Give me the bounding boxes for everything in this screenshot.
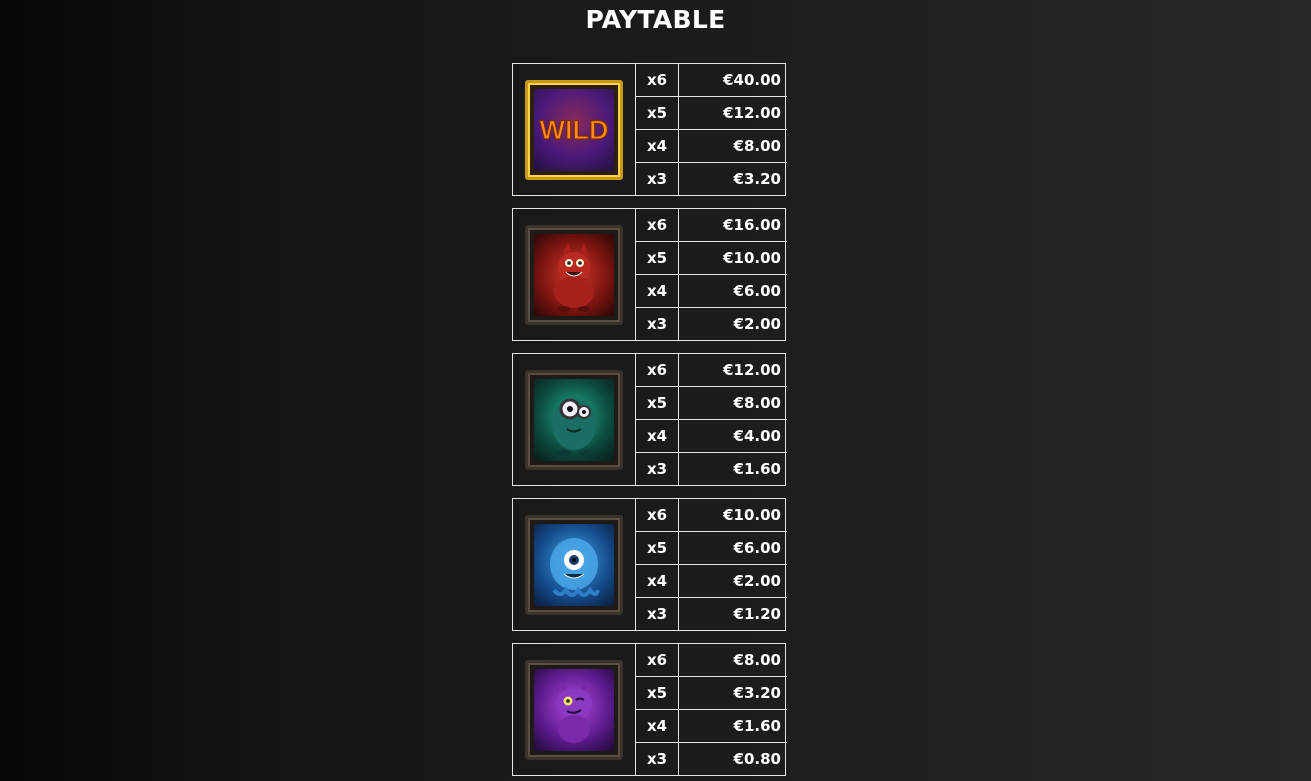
wild-label: WILD bbox=[540, 115, 609, 145]
count-cell: x3 bbox=[636, 453, 679, 485]
paytable-entry-red-monster: x6 €16.00 x5 €10.00 x4 €6.00 x3 €2.00 bbox=[512, 208, 787, 341]
payout-cell: €2.00 bbox=[679, 565, 787, 598]
payout-cell: €3.20 bbox=[679, 677, 787, 710]
payout-cell: €6.00 bbox=[679, 532, 787, 565]
payout-cell: €0.80 bbox=[733, 750, 781, 768]
payout-cell: €1.60 bbox=[733, 460, 781, 478]
payout-cell: €1.20 bbox=[733, 605, 781, 623]
count-cell: x6 bbox=[636, 64, 679, 97]
purple-monster-icon bbox=[525, 659, 623, 760]
payout-cell: €6.00 bbox=[679, 275, 787, 308]
payout-cell: €3.20 bbox=[733, 170, 781, 188]
symbol-cell bbox=[513, 354, 636, 485]
symbol-cell bbox=[513, 209, 636, 340]
payout-cell: €12.00 bbox=[679, 354, 787, 387]
payout-cell: €4.00 bbox=[679, 420, 787, 453]
count-cell: x6 bbox=[636, 499, 679, 532]
blue-monster-icon bbox=[525, 514, 623, 615]
payout-cell: €8.00 bbox=[679, 644, 787, 677]
payout-cell: €8.00 bbox=[679, 387, 787, 420]
paytable-entry-purple-monster: x6 €8.00 x5 €3.20 x4 €1.60 x3 €0.80 bbox=[512, 643, 787, 776]
paytable-entry-green-monster: x6 €12.00 x5 €8.00 x4 €4.00 x3 €1.60 bbox=[512, 353, 787, 486]
symbol-cell bbox=[513, 499, 636, 630]
symbol-cell: WILD bbox=[513, 64, 636, 195]
count-cell: x3 bbox=[636, 308, 679, 340]
green-monster-icon bbox=[525, 369, 623, 470]
red-monster-icon bbox=[525, 224, 623, 325]
count-cell: x4 bbox=[636, 275, 679, 308]
paytable-list: WILD x6 €40.00 x5 €12.00 x4 €8.00 x3 €3.… bbox=[512, 63, 787, 776]
count-cell: x5 bbox=[636, 387, 679, 420]
count-cell: x3 bbox=[636, 598, 679, 630]
count-cell: x4 bbox=[636, 565, 679, 598]
payout-cell: €16.00 bbox=[679, 209, 787, 242]
symbol-cell bbox=[513, 644, 636, 775]
count-cell: x5 bbox=[636, 532, 679, 565]
payout-cell: €8.00 bbox=[679, 130, 787, 163]
count-cell: x6 bbox=[636, 209, 679, 242]
count-cell: x4 bbox=[636, 420, 679, 453]
payout-cell: €1.60 bbox=[679, 710, 787, 743]
payout-cell: €10.00 bbox=[679, 242, 787, 275]
count-cell: x5 bbox=[636, 677, 679, 710]
paytable-entry-wild: WILD x6 €40.00 x5 €12.00 x4 €8.00 x3 €3.… bbox=[512, 63, 787, 196]
count-cell: x5 bbox=[636, 97, 679, 130]
payout-cell: €2.00 bbox=[733, 315, 781, 333]
paytable-entry-blue-monster: x6 €10.00 x5 €6.00 x4 €2.00 x3 €1.20 bbox=[512, 498, 787, 631]
count-cell: x3 bbox=[636, 163, 679, 195]
count-cell: x6 bbox=[636, 354, 679, 387]
count-cell: x4 bbox=[636, 130, 679, 163]
count-cell: x6 bbox=[636, 644, 679, 677]
payout-cell: €10.00 bbox=[679, 499, 787, 532]
count-cell: x5 bbox=[636, 242, 679, 275]
count-cell: x4 bbox=[636, 710, 679, 743]
payout-cell: €12.00 bbox=[679, 97, 787, 130]
payout-cell: €40.00 bbox=[679, 64, 787, 97]
wild-symbol-icon: WILD bbox=[525, 79, 623, 180]
count-cell: x3 bbox=[636, 743, 679, 775]
paytable-title: PAYTABLE bbox=[585, 5, 726, 34]
